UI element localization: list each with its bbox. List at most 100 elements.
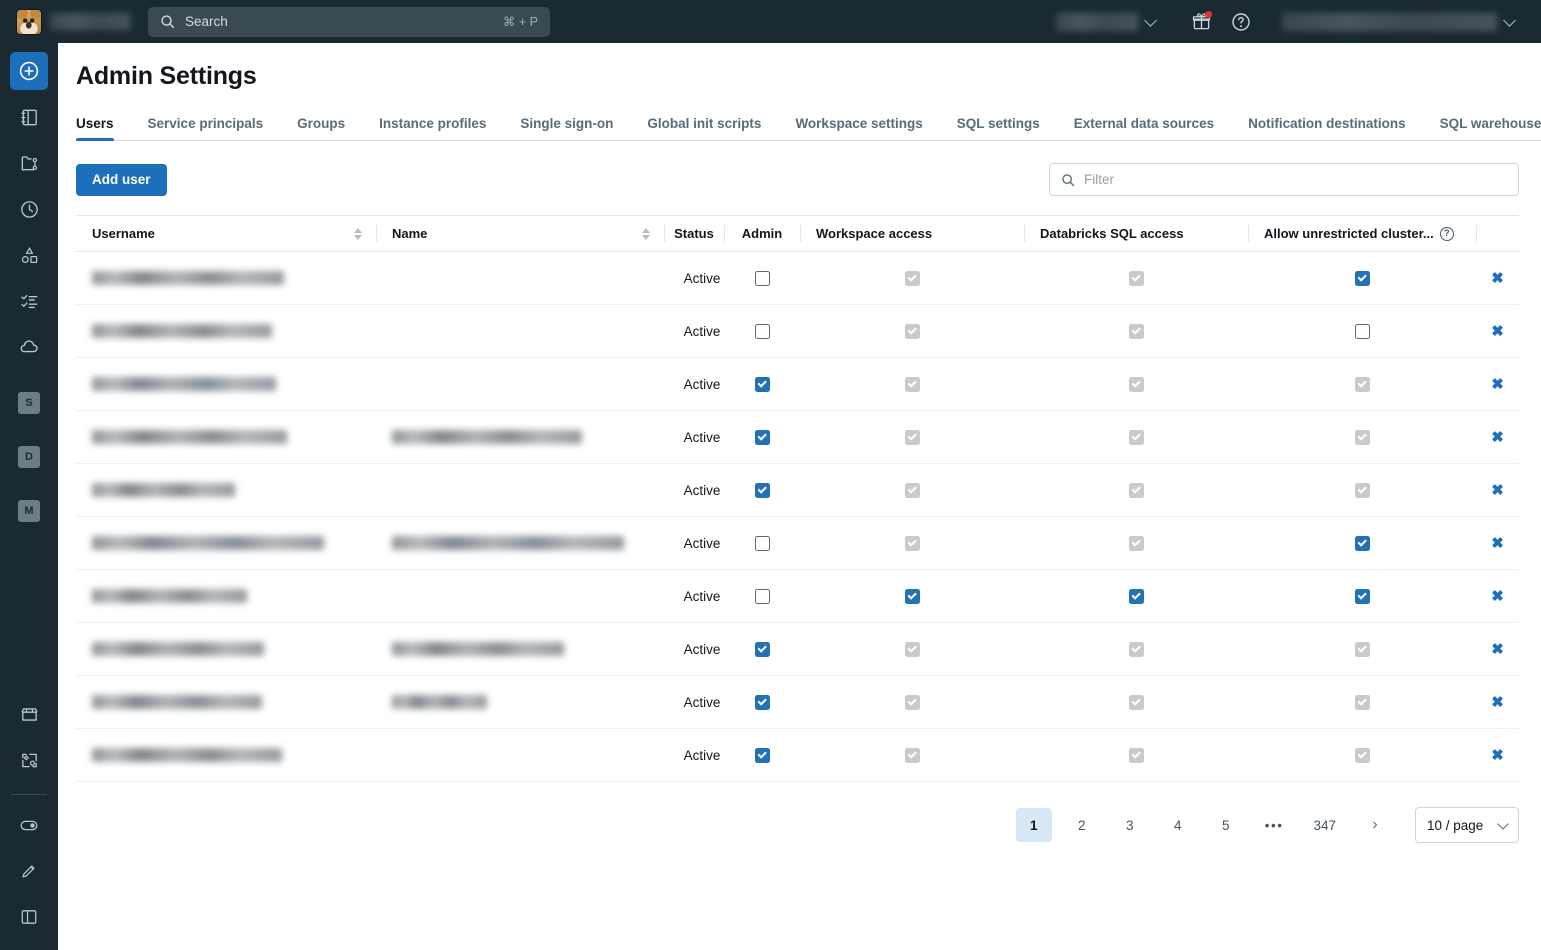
page-button-last[interactable]: 347 [1304,808,1345,842]
name-redacted [392,695,487,709]
sidebar-item-sql[interactable]: S [10,384,48,422]
cell-admin [724,517,800,570]
close-icon[interactable]: ✖ [1491,482,1504,499]
cell-username [76,305,376,358]
sidebar-divider [11,794,47,795]
cell-cluster-access [1248,411,1476,464]
admin-checkbox[interactable] [755,271,770,286]
user-selector[interactable] [1282,13,1523,31]
sidebar-item-compute[interactable] [10,328,48,366]
cluster-access-checkbox[interactable] [1355,536,1370,551]
close-icon[interactable]: ✖ [1491,535,1504,552]
tab-users[interactable]: Users [76,116,114,140]
admin-checkbox[interactable] [755,642,770,657]
top-bar: Search ⌘ + P [0,0,1541,43]
sidebar-item-recents[interactable] [10,190,48,228]
tab-workspace-settings[interactable]: Workspace settings [795,116,922,140]
tab-notification-destinations[interactable]: Notification destinations [1248,116,1406,140]
page-button-4[interactable]: 4 [1160,808,1196,842]
sql-access-checkbox[interactable] [1129,589,1144,604]
sidebar-item-feedback[interactable] [10,852,48,890]
close-icon[interactable]: ✖ [1491,429,1504,446]
admin-checkbox[interactable] [755,430,770,445]
tab-instance-profiles[interactable]: Instance profiles [379,116,486,140]
filter-input[interactable]: Filter [1049,163,1519,196]
column-header-cluster: Allow unrestricted cluster... ? [1248,216,1476,252]
cluster-access-checkbox[interactable] [1355,324,1370,339]
help-circle-icon[interactable]: ? [1440,227,1454,241]
tab-service-principals[interactable]: Service principals [148,116,264,140]
page-button-2[interactable]: 2 [1064,808,1100,842]
sidebar-item-marketplace[interactable] [10,695,48,733]
close-icon[interactable]: ✖ [1491,747,1504,764]
close-icon[interactable]: ✖ [1491,694,1504,711]
column-header-name[interactable]: Name [376,216,664,252]
page-button-3[interactable]: 3 [1112,808,1148,842]
letter-m-icon: M [18,500,40,522]
sidebar-item-data-engineering[interactable]: D [10,438,48,476]
tab-sql-warehouse-settings[interactable]: SQL warehouse settings [1440,116,1541,140]
gift-button[interactable] [1184,5,1218,39]
status-text: Active [684,483,721,498]
cell-cluster-access [1248,358,1476,411]
search-input[interactable]: Search ⌘ + P [148,7,550,37]
table-row: Active✖ [76,358,1519,411]
sidebar-item-new[interactable] [10,52,48,90]
page-button-5[interactable]: 5 [1208,808,1244,842]
cluster-access-checkbox [1355,642,1370,657]
tab-global-init-scripts[interactable]: Global init scripts [647,116,761,140]
sidebar-item-catalog[interactable] [10,236,48,274]
brand[interactable] [16,9,130,35]
admin-checkbox[interactable] [755,377,770,392]
cluster-access-checkbox[interactable] [1355,271,1370,286]
tab-external-data-sources[interactable]: External data sources [1074,116,1214,140]
admin-checkbox[interactable] [755,748,770,763]
workspace-access-checkbox[interactable] [905,589,920,604]
account-selector[interactable] [1056,13,1164,31]
admin-checkbox[interactable] [755,536,770,551]
cluster-access-checkbox[interactable] [1355,589,1370,604]
cluster-access-checkbox [1355,483,1370,498]
status-text: Active [684,430,721,445]
workspace-access-checkbox [905,483,920,498]
page-button-1[interactable]: 1 [1016,808,1052,842]
sidebar-item-repos[interactable] [10,144,48,182]
users-table: Username Name Status Admin [76,215,1519,782]
page-size-select[interactable]: 10 / page [1415,807,1519,843]
sort-icon-username[interactable] [354,228,362,240]
admin-checkbox[interactable] [755,483,770,498]
cell-delete: ✖ [1476,729,1519,782]
cell-delete: ✖ [1476,464,1519,517]
column-header-sql-access: Databricks SQL access [1024,216,1248,252]
admin-checkbox[interactable] [755,695,770,710]
tab-single-sign-on[interactable]: Single sign-on [520,116,613,140]
tab-sql-settings[interactable]: SQL settings [957,116,1040,140]
column-header-username[interactable]: Username [76,216,376,252]
close-icon[interactable]: ✖ [1491,323,1504,340]
cell-workspace-access [800,570,1024,623]
sort-icon-name[interactable] [642,228,650,240]
admin-checkbox[interactable] [755,589,770,604]
status-text: Active [684,748,721,763]
sidebar-item-partner-connect[interactable] [10,741,48,779]
cell-sql-access [1024,411,1248,464]
page-ellipsis[interactable]: ••• [1256,808,1293,842]
sidebar-item-theme-toggle[interactable] [10,806,48,844]
next-page-button[interactable]: › [1357,808,1393,842]
table-row: Active ✖ [76,464,1519,517]
tab-groups[interactable]: Groups [297,116,345,140]
sidebar-item-workflows[interactable] [10,282,48,320]
close-icon[interactable]: ✖ [1491,588,1504,605]
column-label-admin: Admin [742,226,782,241]
admin-checkbox[interactable] [755,324,770,339]
workspace-access-checkbox [905,536,920,551]
help-button[interactable] [1224,5,1258,39]
sidebar-item-collapse[interactable] [10,898,48,936]
column-header-workspace-access: Workspace access [800,216,1024,252]
close-icon[interactable]: ✖ [1491,641,1504,658]
sidebar-item-machine-learning[interactable]: M [10,492,48,530]
add-user-button[interactable]: Add user [76,164,167,196]
sidebar-item-workspace[interactable] [10,98,48,136]
close-icon[interactable]: ✖ [1491,376,1504,393]
close-icon[interactable]: ✖ [1491,270,1504,287]
